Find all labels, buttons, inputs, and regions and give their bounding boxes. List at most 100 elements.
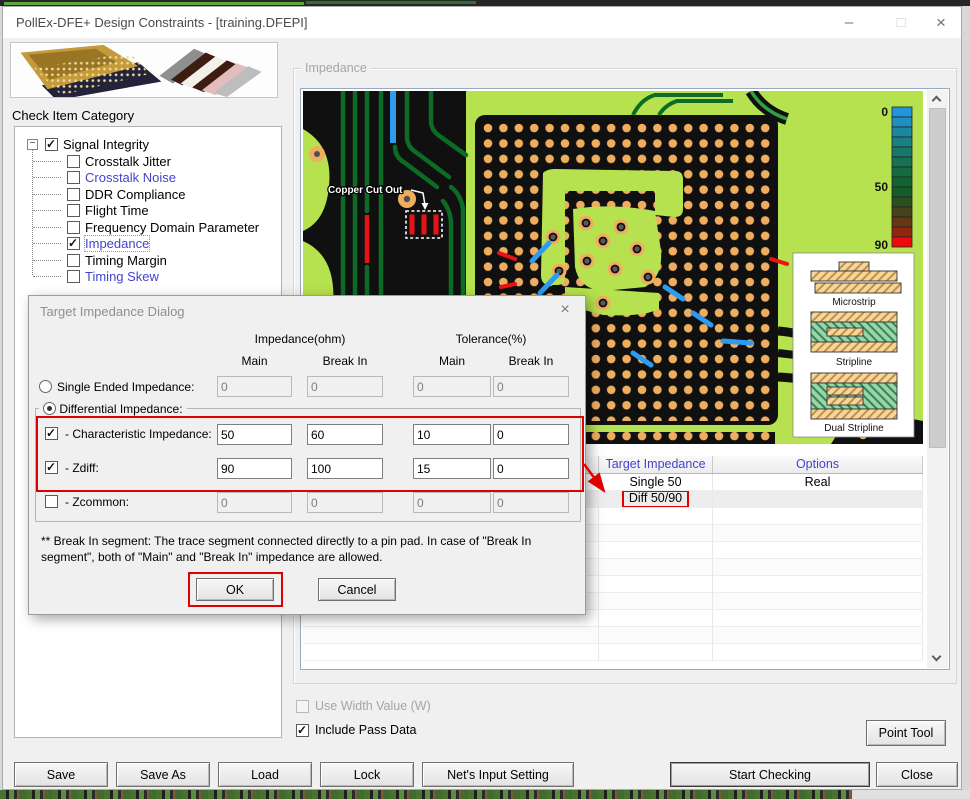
characteristic-impedance-label: - Characteristic Impedance: xyxy=(65,427,212,441)
zdiff-label: - Zdiff: xyxy=(65,461,99,475)
single-main-input[interactable] xyxy=(217,376,292,397)
tree-checkbox-signal-integrity[interactable] xyxy=(45,138,58,151)
zdiff-tol-main-input[interactable] xyxy=(413,458,491,479)
main-header-1: Main xyxy=(217,354,292,368)
break-in-header-1: Break In xyxy=(307,354,383,368)
differential-label: Differential Impedance: xyxy=(59,402,182,416)
char-main-input[interactable] xyxy=(217,424,292,445)
close-button[interactable]: Close xyxy=(876,762,958,787)
zcommon-breakin-input[interactable] xyxy=(307,492,383,513)
tolerance-header: Tolerance(%) xyxy=(413,332,569,346)
single-tol-main-input[interactable] xyxy=(413,376,491,397)
break-in-header-2: Break In xyxy=(493,354,569,368)
column-header-options[interactable]: Options xyxy=(713,456,923,473)
tree-checkbox-crosstalk-jitter[interactable] xyxy=(67,155,80,168)
dialog-title: Target Impedance Dialog xyxy=(40,304,185,319)
stackup-label-dual-stripline: Dual Stripline xyxy=(824,423,884,434)
tree-checkbox-timing-margin[interactable] xyxy=(67,254,80,267)
tree-checkbox-crosstalk-noise[interactable] xyxy=(67,171,80,184)
tree-item-ddr-compliance[interactable]: DDR Compliance xyxy=(15,186,281,203)
table-row[interactable] xyxy=(303,627,923,644)
save-button[interactable]: Save xyxy=(14,762,108,787)
cancel-button[interactable]: Cancel xyxy=(318,578,396,601)
scale-label-50: 50 xyxy=(875,180,889,194)
zdiff-tol-breakin-input[interactable] xyxy=(493,458,569,479)
break-in-note-line1: ** Break In segment: The trace segment c… xyxy=(41,534,575,548)
tree-checkbox-flight-time[interactable] xyxy=(67,204,80,217)
tree-item-timing-skew[interactable]: Timing Skew xyxy=(15,268,281,285)
zcommon-tol-breakin-input[interactable] xyxy=(493,492,569,513)
characteristic-impedance-checkbox[interactable] xyxy=(45,427,58,440)
lock-button[interactable]: Lock xyxy=(320,762,414,787)
scrollbar-thumb[interactable] xyxy=(929,108,946,448)
tree-item-impedance[interactable]: Impedance xyxy=(15,235,281,252)
impedance-color-scale xyxy=(892,107,912,247)
save-as-button[interactable]: Save As xyxy=(116,762,210,787)
zcommon-tol-main-input[interactable] xyxy=(413,492,491,513)
tree-item-timing-margin[interactable]: Timing Margin xyxy=(15,252,281,269)
zdiff-main-input[interactable] xyxy=(217,458,292,479)
banner-graphic xyxy=(11,43,277,97)
table-row[interactable] xyxy=(303,644,923,661)
tree-collapse-icon[interactable] xyxy=(27,139,38,150)
tree-checkbox-frequency-domain-parameter[interactable] xyxy=(67,221,80,234)
char-tol-breakin-input[interactable] xyxy=(493,424,569,445)
char-breakin-input[interactable] xyxy=(307,424,383,445)
nets-input-setting-button[interactable]: Net's Input Setting xyxy=(422,762,574,787)
tree-checkbox-impedance[interactable] xyxy=(67,237,80,250)
include-pass-label: Include Pass Data xyxy=(315,723,416,737)
stackup-label-stripline: Stripline xyxy=(836,357,873,368)
column-header-target-impedance[interactable]: Target Impedance xyxy=(599,456,713,473)
use-width-checkbox[interactable] xyxy=(296,700,309,713)
use-width-label: Use Width Value (W) xyxy=(315,699,431,713)
scale-label-90: 90 xyxy=(875,238,889,252)
differential-legend: Differential Impedance: xyxy=(39,400,187,416)
tree-checkbox-timing-skew[interactable] xyxy=(67,270,80,283)
single-breakin-input[interactable] xyxy=(307,376,383,397)
start-checking-button[interactable]: Start Checking xyxy=(670,762,870,787)
tree-item-frequency-domain-parameter[interactable]: Frequency Domain Parameter xyxy=(15,219,281,236)
titlebar[interactable]: PollEx-DFE+ Design Constraints - [traini… xyxy=(3,7,961,38)
load-button[interactable]: Load xyxy=(218,762,312,787)
desktop-bottom-sliver xyxy=(0,790,970,799)
differential-radio[interactable] xyxy=(43,402,56,415)
chevron-up-icon xyxy=(932,96,942,106)
scrollbar-up-button[interactable] xyxy=(927,90,948,108)
zcommon-label: - Zcommon: xyxy=(65,495,129,509)
window-title: PollEx-DFE+ Design Constraints - [traini… xyxy=(16,15,308,30)
close-icon[interactable] xyxy=(919,7,963,38)
single-ended-radio[interactable] xyxy=(39,380,52,393)
tree-checkbox-ddr-compliance[interactable] xyxy=(67,188,80,201)
stackup-label-microstrip: Microstrip xyxy=(832,297,876,308)
main-header-2: Main xyxy=(413,354,491,368)
point-tool-button[interactable]: Point Tool xyxy=(866,720,946,746)
dialog-close-icon[interactable] xyxy=(555,300,575,320)
diff-highlight-box: Diff 50/90 xyxy=(622,491,689,507)
product-banner-image xyxy=(10,42,278,98)
zdiff-breakin-input[interactable] xyxy=(307,458,383,479)
pcb-annotation-copper-cut-out: Copper Cut Out xyxy=(328,185,403,196)
zdiff-checkbox[interactable] xyxy=(45,461,58,474)
tree-item-crosstalk-noise[interactable]: Crosstalk Noise xyxy=(15,169,281,186)
include-pass-checkbox[interactable] xyxy=(296,724,309,737)
chevron-down-icon xyxy=(932,652,942,662)
zcommon-checkbox[interactable] xyxy=(45,495,58,508)
break-in-note-line2: segment", both of "Main" and "Break In" … xyxy=(41,550,575,564)
ok-button[interactable]: OK xyxy=(196,578,274,601)
target-impedance-dialog: Target Impedance Dialog Impedance(ohm) T… xyxy=(28,295,586,615)
single-tol-breakin-input[interactable] xyxy=(493,376,569,397)
single-ended-label: Single Ended Impedance: xyxy=(57,380,194,394)
minimize-icon[interactable] xyxy=(827,7,871,38)
zcommon-main-input[interactable] xyxy=(217,492,292,513)
stackup-legend: Microstrip Stripline Dual Stripline xyxy=(793,253,914,437)
tree-item-signal-integrity[interactable]: Signal Integrity xyxy=(15,136,281,153)
char-tol-main-input[interactable] xyxy=(413,424,491,445)
tree-item-crosstalk-jitter[interactable]: Crosstalk Jitter xyxy=(15,153,281,170)
vertical-scrollbar[interactable] xyxy=(927,90,948,668)
scrollbar-down-button[interactable] xyxy=(927,650,948,668)
impedance-groupbox-title: Impedance xyxy=(301,61,371,75)
tree-item-flight-time[interactable]: Flight Time xyxy=(15,202,281,219)
screen: PollEx-DFE+ Design Constraints - [traini… xyxy=(0,0,970,799)
impedance-ohm-header: Impedance(ohm) xyxy=(217,332,383,346)
maximize-icon[interactable] xyxy=(879,7,923,38)
